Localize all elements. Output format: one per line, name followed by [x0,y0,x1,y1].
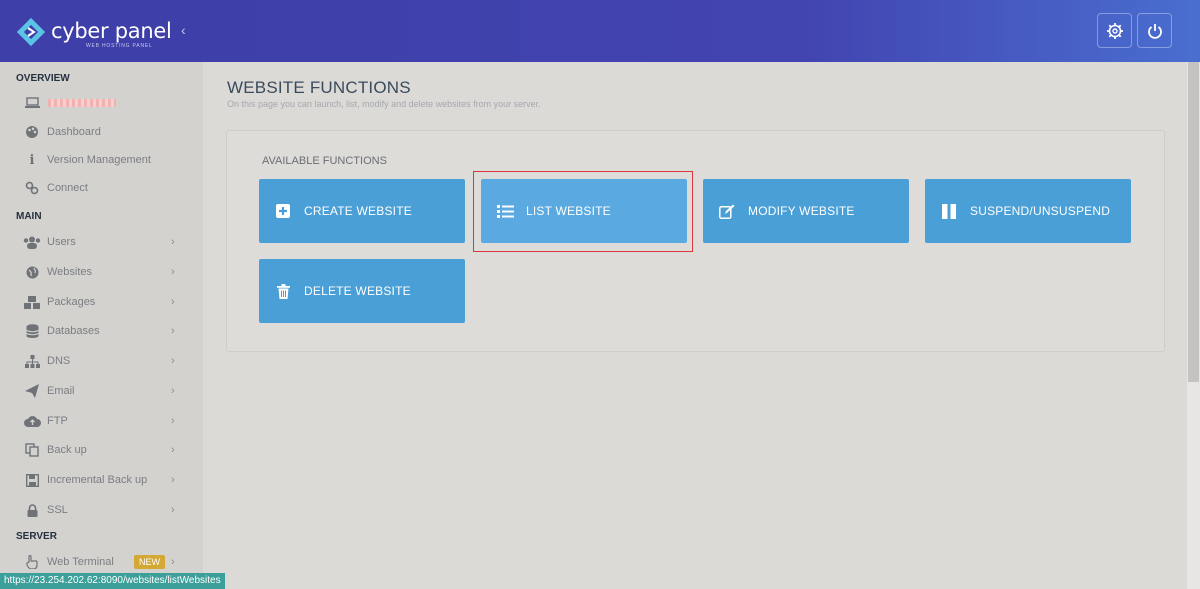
sidebar-item-label: Version Management [47,154,151,166]
status-url-bar: https://23.254.202.62:8090/websites/list… [0,573,225,589]
sidebar-item-label: Dashboard [47,126,101,138]
trash-icon [274,282,292,300]
chevron-right-icon: › [171,504,175,516]
power-button[interactable] [1137,13,1172,48]
sidebar-item-label: Databases [47,325,100,337]
settings-button[interactable] [1097,13,1132,48]
page-subtitle: On this page you can launch, list, modif… [227,99,541,109]
sidebar-item-label: SSL [47,504,68,516]
main-heading: MAIN [16,211,42,222]
overview-heading: OVERVIEW [16,73,70,84]
sidebar-item-label: Incremental Back up [47,474,148,486]
sidebar-item-backup[interactable]: Back up › [0,437,203,463]
globe-icon [23,263,41,281]
sidebar-item-dns[interactable]: DNS › [0,348,203,374]
plus-square-icon [274,202,292,220]
highlight-box [473,171,693,252]
sidebar-item-dashboard[interactable]: Dashboard [0,119,203,145]
logo-subtitle: WEB HOSTING PANEL [86,43,153,49]
sidebar-item-label: Websites [47,266,93,278]
cloud-upload-icon [23,412,41,430]
sidebar-item-packages[interactable]: Packages › [0,289,203,315]
chevron-right-icon: › [171,296,175,308]
button-label: SUSPEND/UNSUSPEND [970,204,1111,218]
suspend-unsuspend-button[interactable]: SUSPEND/UNSUSPEND [925,179,1131,243]
button-label: MODIFY WEBSITE [748,204,855,218]
link-icon [23,179,41,197]
chevron-right-icon: › [171,556,175,568]
sidebar-item-label: Back up [47,444,87,456]
chevron-right-icon: › [171,355,175,367]
info-icon: i [29,152,35,168]
top-bar [203,0,1200,62]
modify-website-button[interactable]: MODIFY WEBSITE [703,179,909,243]
delete-website-button[interactable]: DELETE WEBSITE [259,259,465,323]
copy-icon [23,441,41,459]
sidebar-item-label: Connect [47,182,88,194]
sidebar-item-email[interactable]: Email › [0,378,203,404]
chevron-right-icon: › [171,236,175,248]
logo-bar[interactable]: cyber panel WEB HOSTING PANEL ‹ [0,0,203,62]
sidebar-item-connect[interactable]: Connect [0,175,203,201]
panel-title: AVAILABLE FUNCTIONS [262,155,387,167]
server-heading: SERVER [16,531,57,542]
sidebar-item-websites[interactable]: Websites › [0,259,203,285]
scrollbar-thumb[interactable] [1188,62,1199,382]
sidebar-item-ssl[interactable]: SSL › [0,497,203,523]
users-icon [23,233,41,251]
hand-pointer-icon [23,553,41,571]
database-icon [23,322,41,340]
laptop-icon [23,94,41,112]
sidebar-item-label: Web Terminal [47,556,114,568]
cyberpanel-logo-icon [17,18,45,46]
chevron-right-icon: › [171,325,175,337]
sitemap-icon [23,352,41,370]
sidebar-item-web-terminal[interactable]: Web Terminal NEW › [0,549,203,575]
sidebar-item-ftp[interactable]: FTP › [0,408,203,434]
chevron-right-icon: › [171,444,175,456]
sidebar-item-label: Users [47,236,76,248]
button-label: DELETE WEBSITE [304,284,411,298]
sidebar-item-label: Email [47,385,75,397]
pause-icon [940,202,958,220]
sidebar-item-label: DNS [47,355,71,367]
create-website-button[interactable]: CREATE WEBSITE [259,179,465,243]
new-badge: NEW [134,555,165,569]
page-title: WEBSITE FUNCTIONS [227,78,411,97]
chevron-right-icon: › [171,385,175,397]
sidebar: cyber panel WEB HOSTING PANEL ‹ OVERVIEW… [0,0,203,589]
gear-icon [1106,22,1123,39]
sidebar-item-version-management[interactable]: i Version Management [0,147,203,173]
chevron-right-icon: › [171,415,175,427]
sidebar-item-label: Packages [47,296,96,308]
sidebar-collapse-icon[interactable]: ‹ [181,22,186,38]
sidebar-item-server-ip[interactable] [0,90,203,116]
sidebar-item-users[interactable]: Users › [0,229,203,255]
chevron-right-icon: › [171,474,175,486]
cubes-icon [23,293,41,311]
power-icon [1147,23,1162,39]
sidebar-item-databases[interactable]: Databases › [0,318,203,344]
redacted-ip [48,99,116,107]
chevron-right-icon: › [171,266,175,278]
paper-plane-icon [23,382,41,400]
lock-icon [23,501,41,519]
floppy-icon [23,471,41,489]
sidebar-item-label: FTP [47,415,68,427]
palette-icon [23,123,41,141]
edit-icon [718,202,736,220]
button-label: CREATE WEBSITE [304,204,412,218]
logo-title: cyber panel [51,19,172,43]
sidebar-item-incremental-backup[interactable]: Incremental Back up › [0,467,203,493]
